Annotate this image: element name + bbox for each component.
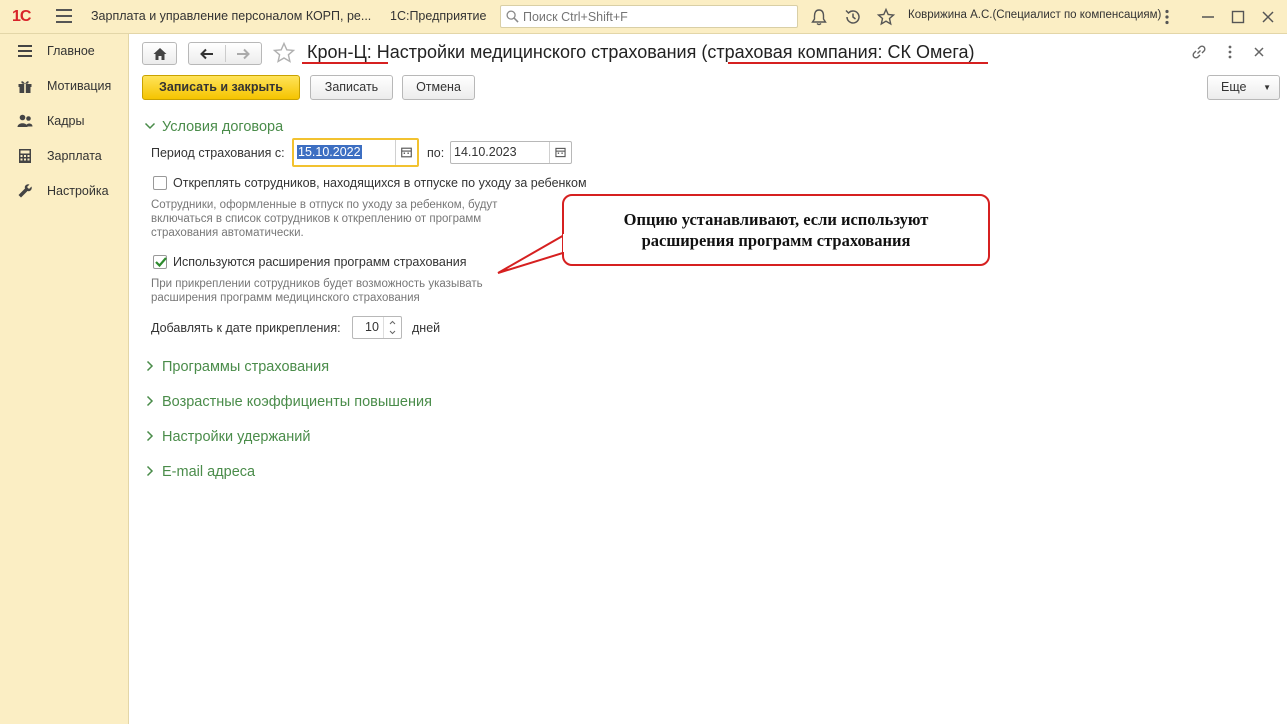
save-button[interactable]: Записать [310, 75, 393, 100]
history-icon[interactable] [843, 7, 863, 27]
sidebar-item-label: Мотивация [47, 79, 112, 93]
cancel-button[interactable]: Отмена [402, 75, 475, 100]
callout-joint [563, 234, 567, 252]
sidebar-item-label: Настройка [47, 184, 109, 198]
add-days-unit: дней [412, 321, 441, 335]
sidebar-item-main[interactable]: Главное [0, 36, 129, 66]
sidebar-item-label: Главное [47, 44, 95, 58]
section-title: Возрастные коэффициенты повышения [162, 394, 432, 410]
wrench-icon [18, 184, 32, 198]
chevron-right-icon [146, 465, 154, 477]
sidebar-item-settings[interactable]: Настройка [0, 176, 129, 206]
home-button[interactable] [142, 42, 177, 65]
hint-line: страхования автоматически. [151, 227, 304, 239]
detach-on-leave-label[interactable]: Откреплять сотрудников, находящихся в от… [173, 176, 587, 190]
home-icon [153, 48, 167, 60]
section-title: Программы страхования [162, 359, 330, 375]
sidebar: Главное Мотивация Кадры Зарплата Настрой… [0, 34, 129, 724]
page-title: Крон-Ц: Настройки медицинского страхован… [307, 42, 975, 62]
search-icon [506, 10, 519, 23]
sidebar-item-hr[interactable]: Кадры [0, 106, 129, 136]
more-button[interactable]: Еще ▼ [1207, 75, 1280, 100]
current-user[interactable]: Коврижина А.С.(Специалист по компенсация… [908, 9, 1161, 21]
sidebar-item-motivation[interactable]: Мотивация [0, 71, 129, 101]
period-to-value: 14.10.2023 [454, 145, 517, 159]
chevron-right-icon [146, 360, 154, 372]
hint-line: расширения программ медицинского страхов… [151, 292, 420, 304]
people-icon [17, 114, 33, 127]
add-days-stepper[interactable]: 10 [352, 316, 402, 339]
close-icon[interactable] [1257, 6, 1279, 28]
callout-line: Опцию устанавливают, если используют [623, 210, 929, 229]
extensions-hint: При прикреплении сотрудников будет возмо… [151, 277, 483, 305]
hint-line: Сотрудники, оформленные в отпуск по уход… [151, 199, 498, 211]
period-from-value: 15.10.2022 [297, 145, 362, 159]
back-arrow-icon[interactable] [199, 46, 215, 62]
extensions-label[interactable]: Используются расширения программ страхов… [173, 255, 467, 269]
hint-line: При прикреплении сотрудников будет возмо… [151, 278, 483, 290]
gift-icon [18, 81, 32, 93]
bell-icon[interactable] [809, 7, 829, 27]
hint-line: включаться в список сотрудников к откреп… [151, 213, 482, 225]
minimize-icon[interactable] [1197, 6, 1219, 28]
section-title: Условия договора [162, 119, 284, 135]
section-title: E-mail адреса [162, 464, 256, 480]
detach-on-leave-checkbox[interactable] [153, 176, 167, 190]
search-input[interactable] [523, 8, 793, 25]
more-vertical-icon[interactable] [1156, 6, 1178, 28]
callout-line: расширения программ страхования [641, 231, 911, 250]
checkmark-icon [155, 257, 167, 268]
extensions-checkbox[interactable] [153, 255, 167, 269]
section-contract-conditions[interactable]: Условия договора [144, 119, 283, 139]
sidebar-item-label: Кадры [47, 114, 85, 128]
more-button-label: Еще [1221, 80, 1247, 94]
chevron-right-icon [146, 395, 154, 407]
app-title: Зарплата и управление персоналом КОРП, р… [91, 9, 372, 23]
nav-divider [225, 45, 226, 62]
section-age-coefficients[interactable]: Возрастные коэффициенты повышения [144, 394, 432, 414]
detach-hint: Сотрудники, оформленные в отпуск по уход… [151, 198, 497, 240]
forward-arrow-icon[interactable] [235, 46, 251, 62]
period-to-field[interactable]: 14.10.2023 [450, 141, 572, 164]
sidebar-item-salary[interactable]: Зарплата [0, 141, 129, 171]
stepper-down-icon[interactable] [384, 328, 401, 337]
title-underline-annotation [302, 62, 388, 64]
section-emails[interactable]: E-mail адреса [144, 464, 255, 484]
add-days-value: 10 [365, 320, 379, 334]
period-from-label: Период страхования с: [151, 146, 285, 160]
calculator-icon [19, 149, 31, 163]
sidebar-item-label: Зарплата [47, 149, 102, 163]
calendar-icon[interactable] [549, 142, 571, 163]
favorite-star-icon[interactable] [272, 41, 296, 65]
period-from-field[interactable]: 15.10.2022 [292, 138, 419, 167]
calendar-icon[interactable] [395, 140, 417, 165]
stepper-up-icon[interactable] [384, 318, 401, 327]
main-menu-icon[interactable] [56, 9, 72, 23]
save-and-close-button[interactable]: Записать и закрыть [142, 75, 300, 100]
top-bar: 1С Зарплата и управление персоналом КОРП… [0, 0, 1287, 34]
section-insurance-programs[interactable]: Программы страхования [144, 359, 329, 379]
nav-history-group [188, 42, 262, 65]
section-deductions[interactable]: Настройки удержаний [144, 429, 310, 449]
company-underline-annotation [728, 62, 988, 64]
form-more-icon[interactable] [1221, 43, 1239, 61]
global-search[interactable] [500, 5, 798, 28]
favorites-star-icon[interactable] [876, 7, 896, 27]
period-to-label: по: [427, 146, 445, 160]
chevron-down-icon [144, 122, 156, 130]
section-title: Настройки удержаний [162, 429, 311, 445]
maximize-icon[interactable] [1227, 6, 1249, 28]
annotation-callout: Опцию устанавливают, если используют рас… [562, 194, 990, 266]
dropdown-arrow-icon: ▼ [1263, 83, 1271, 92]
link-icon[interactable] [1190, 43, 1208, 61]
app-platform: 1С:Предприятие [390, 9, 487, 23]
menu-lines-icon [18, 45, 32, 57]
chevron-right-icon [146, 430, 154, 442]
form-close-icon[interactable] [1250, 43, 1268, 61]
add-days-label: Добавлять к дате прикрепления: [151, 321, 341, 335]
app-logo[interactable]: 1С [12, 8, 31, 26]
form-area: Крон-Ц: Настройки медицинского страхован… [130, 34, 1287, 724]
